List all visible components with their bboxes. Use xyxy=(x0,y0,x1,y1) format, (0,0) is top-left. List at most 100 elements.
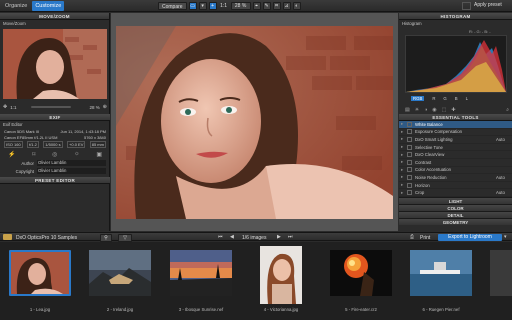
tool-value: Auto xyxy=(496,174,505,180)
print-icon[interactable]: ⎙ xyxy=(410,234,414,240)
thumbnail-6[interactable] xyxy=(410,250,472,296)
tool-row[interactable]: ▸ Crop Auto xyxy=(399,189,512,197)
single-view-icon[interactable]: ▭ xyxy=(188,2,197,10)
zoom-ratio-label: 1:1 xyxy=(10,104,17,110)
move-icon[interactable]: ✥ xyxy=(3,104,7,110)
color-section[interactable]: COLOR xyxy=(399,203,512,211)
detail-tool-icon[interactable]: ◉ xyxy=(432,107,436,113)
tool-toggle[interactable] xyxy=(407,190,412,196)
zoom-ratio[interactable]: 1:1 xyxy=(219,3,229,9)
essential-tools-header[interactable]: ESSENTIAL TOOLS xyxy=(399,114,512,121)
first-image-icon[interactable]: ⏮ xyxy=(218,234,223,240)
brush-icon[interactable]: ✎ xyxy=(262,2,271,10)
channel-g[interactable]: G xyxy=(443,96,446,101)
zoom-slider[interactable] xyxy=(31,106,72,108)
crop-icon[interactable]: ⌗ xyxy=(272,2,281,10)
detail-section[interactable]: DETAIL xyxy=(399,210,512,218)
histogram-plot xyxy=(406,40,506,92)
exif-exposure-icon: ▣ xyxy=(96,151,102,158)
exif-metering-icon: ◎ xyxy=(52,151,58,158)
channel-b[interactable]: B xyxy=(455,96,458,101)
tool-toggle[interactable] xyxy=(407,167,412,173)
apply-preset-icon[interactable] xyxy=(462,2,471,10)
rgb-readout: R: - G: - B: - xyxy=(469,29,491,34)
view-mode-dropdown-icon[interactable]: ▾ xyxy=(198,2,207,10)
local-adjust-icon[interactable]: ✚ xyxy=(451,107,455,113)
tool-row[interactable]: ▸ Selective Tone xyxy=(399,144,512,152)
thumb-landscape-ireland xyxy=(89,250,151,296)
filter-icon[interactable]: ⚲ xyxy=(100,233,112,242)
author-field[interactable]: Olivier Lamblin xyxy=(37,160,106,166)
tool-name: White Balance xyxy=(415,121,443,127)
tool-row[interactable]: ▸ Noise Reduction Auto xyxy=(399,174,512,182)
print-button[interactable]: Print xyxy=(420,235,430,241)
essential-tools-list: ▸ White Balance ▸ Exposure Compensation ▸ DxO… xyxy=(399,121,512,197)
channel-l[interactable]: L xyxy=(466,96,468,101)
move-zoom-header[interactable]: MOVE/ZOOM xyxy=(0,13,109,20)
image-browser-toolbar: DxO OpticsPro 10 Samples ⚲ ▽ ⏮ ◀ 1/6 ima… xyxy=(0,232,512,242)
histogram-header[interactable]: HISTOGRAM xyxy=(399,13,512,20)
search-tool-icon[interactable]: ⌕ xyxy=(506,107,509,113)
top-toolbar: Organize Customize Compare ▭ ▾ + 1:1 28 … xyxy=(0,0,512,12)
navigator-thumbnail[interactable] xyxy=(3,29,107,99)
exif-lens: Canon EF85mm f/1.2L II USM xyxy=(4,134,58,140)
tool-row[interactable]: ▸ Color Accentuation xyxy=(399,167,512,175)
copyright-field[interactable]: Olivier Lamblin xyxy=(37,168,106,174)
exif-header[interactable]: EXIF xyxy=(0,114,110,121)
thumbnail-5[interactable] xyxy=(330,250,392,296)
tool-row[interactable]: ▸ DxO Smart Lighting Auto xyxy=(399,136,512,144)
channel-rgb[interactable]: RGB xyxy=(411,96,425,101)
thumbnail-2[interactable] xyxy=(89,250,151,296)
tool-toggle[interactable] xyxy=(407,159,412,165)
folder-icon xyxy=(3,234,12,240)
next-image-icon[interactable]: ▶ xyxy=(277,234,281,240)
geometry-section[interactable]: GEOMETRY xyxy=(399,217,512,225)
apply-preset-button[interactable]: Apply preset xyxy=(474,2,502,8)
thumbnail-partial[interactable] xyxy=(490,250,512,296)
folder-name[interactable]: DxO OpticsPro 10 Samples xyxy=(16,235,77,241)
image-viewer[interactable] xyxy=(111,13,398,231)
color-tool-icon[interactable]: ◑ xyxy=(424,107,427,113)
zoom-in-icon[interactable]: ⊕ xyxy=(103,104,107,110)
zoom-fit-icon[interactable]: + xyxy=(208,2,217,10)
thumbnail-4[interactable] xyxy=(260,246,302,304)
preset-editor-header[interactable]: PRESET EDITOR xyxy=(0,177,110,184)
exif-aperture: f/1.2 xyxy=(27,141,39,148)
last-image-icon[interactable]: ⏭ xyxy=(288,234,293,240)
tab-customize[interactable]: Customize xyxy=(32,0,65,11)
tool-row[interactable]: ▸ DxO ClearView xyxy=(399,151,512,159)
export-to-lightroom-button[interactable]: Export to Lightroom xyxy=(438,233,502,241)
exif-resolution: 5760 x 3840 xyxy=(83,134,106,140)
tool-toggle[interactable] xyxy=(407,121,412,127)
tool-toggle[interactable] xyxy=(407,144,412,150)
thumbnail-3[interactable] xyxy=(170,250,232,296)
tool-row[interactable]: ▸ Exposure Compensation xyxy=(399,129,512,137)
compare-button[interactable]: Compare xyxy=(158,2,187,10)
straighten-icon[interactable]: ⊿ xyxy=(282,2,291,10)
tool-toggle[interactable] xyxy=(407,136,412,142)
zoom-value[interactable]: 28 % xyxy=(230,2,251,10)
thumbnail-1[interactable] xyxy=(9,250,71,296)
exif-datetime: Jun 11, 2014, 1:43:18 PM xyxy=(60,128,106,134)
export-dropdown-icon[interactable]: ▾ xyxy=(504,234,507,240)
sort-icon[interactable]: ▽ xyxy=(118,233,132,242)
mask-icon[interactable]: ◐ xyxy=(292,2,301,10)
tool-toggle[interactable] xyxy=(407,174,412,180)
preset-tool-icon[interactable]: ▤ xyxy=(405,107,410,113)
geometry-tool-icon[interactable]: ⬚ xyxy=(442,107,447,113)
tool-row[interactable]: ▸ White Balance xyxy=(399,121,512,129)
tool-name: Selective Tone xyxy=(415,144,443,150)
tool-toggle[interactable] xyxy=(407,152,412,158)
thumbnail-caption: 6 - Ruegen Pier.nef xyxy=(422,307,460,312)
light-tool-icon[interactable]: ☀ xyxy=(415,107,419,113)
light-section[interactable]: LIGHT xyxy=(399,196,512,204)
tool-row[interactable]: ▸ Horizon xyxy=(399,182,512,190)
channel-r[interactable]: R xyxy=(432,96,435,101)
tool-toggle[interactable] xyxy=(407,182,412,188)
exif-focus-icon: ⌑ xyxy=(32,151,36,158)
tool-row[interactable]: ▸ Contrast xyxy=(399,159,512,167)
prev-image-icon[interactable]: ◀ xyxy=(230,234,234,240)
tool-toggle[interactable] xyxy=(407,129,412,135)
tab-organize[interactable]: Organize xyxy=(2,1,30,11)
eyedropper-icon[interactable]: ⌖ xyxy=(252,2,261,10)
